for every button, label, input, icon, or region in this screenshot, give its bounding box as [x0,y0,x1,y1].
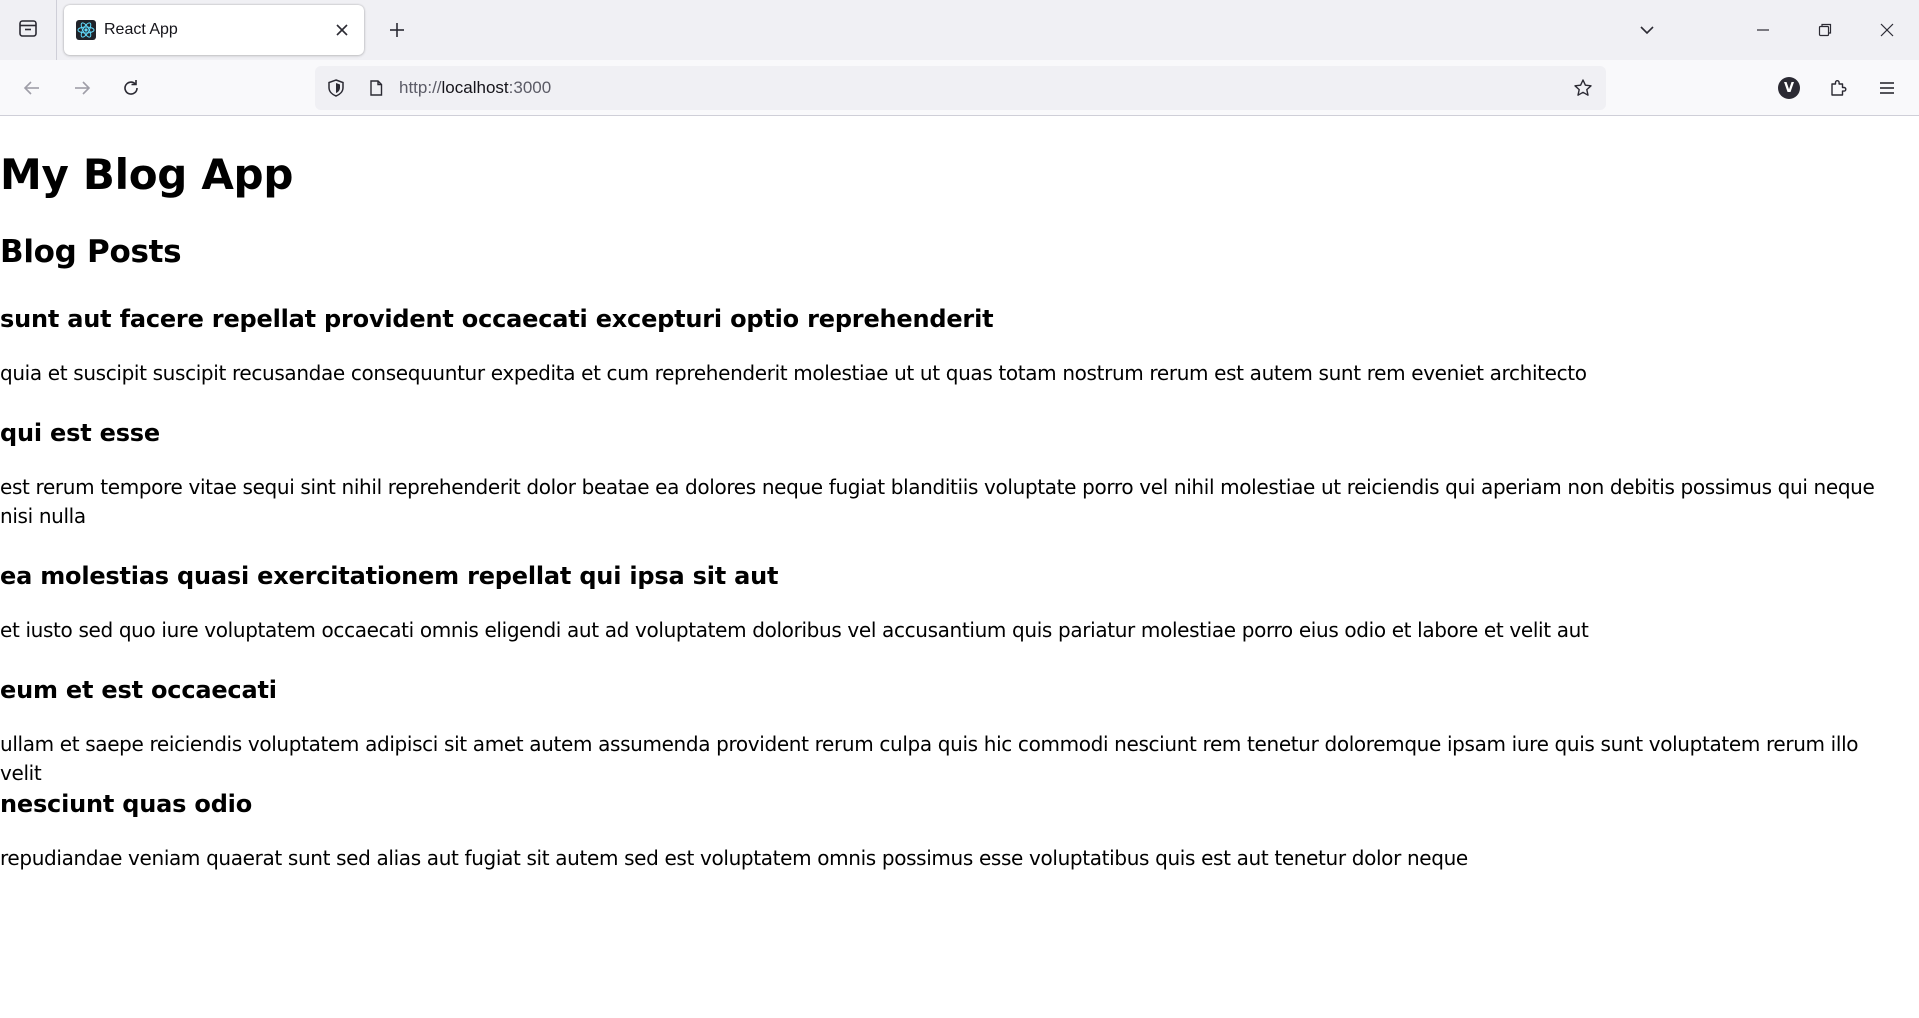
navigation-toolbar: http://localhost:3000 V [0,60,1919,116]
post-title: nesciunt quas odio [0,790,252,818]
plus-icon [390,23,404,37]
firefox-view-icon [17,17,39,44]
blog-post: eum et est occaecati ullam et saepe reic… [0,674,1905,788]
close-icon [336,24,348,36]
close-icon [1880,23,1894,37]
new-tab-button[interactable] [380,13,414,47]
tab-strip: React App [0,0,1919,60]
address-bar[interactable]: http://localhost:3000 [315,66,1606,110]
page-info-icon[interactable] [365,77,387,99]
post-body: et iusto sed quo iure voluptatem occaeca… [0,618,1589,642]
blog-post: qui est esse est rerum tempore vitae seq… [0,417,1905,531]
window-minimize-button[interactable] [1733,0,1793,60]
minimize-icon [1757,29,1769,31]
extensions-button[interactable] [1822,72,1854,104]
page-content: My Blog App Blog Posts sunt aut facere r… [0,117,1919,1018]
window-restore-button[interactable] [1795,0,1855,60]
avatar: V [1778,77,1800,99]
post-title: eum et est occaecati [0,676,277,704]
reload-icon [124,80,138,95]
section-title: Blog Posts [0,234,182,270]
chevron-down-icon [1640,26,1654,35]
firefox-view-button[interactable] [0,0,57,60]
forward-button[interactable] [66,72,98,104]
post-body: quia et suscipit suscipit recusandae con… [0,361,1587,385]
post-body: est rerum tempore vitae sequi sint nihil… [0,475,1875,528]
url-text[interactable]: http://localhost:3000 [399,78,551,98]
puzzle-piece-icon [1831,80,1847,96]
arrow-right-icon [75,81,91,95]
page-title: My Blog App [0,150,294,199]
list-all-tabs-button[interactable] [1630,13,1664,47]
react-logo-icon [76,20,96,40]
window-close-button[interactable] [1857,0,1917,60]
post-title: sunt aut facere repellat provident occae… [0,305,994,333]
app-menu-button[interactable] [1871,72,1903,104]
post-body: ullam et saepe reiciendis voluptatem adi… [0,732,1859,785]
url-host: localhost [441,78,509,97]
tab-react-app[interactable]: React App [64,5,364,55]
url-port: :3000 [508,78,552,97]
blog-post: ea molestias quasi exercitationem repell… [0,560,1905,645]
tab-title: React App [104,21,178,38]
post-title: ea molestias quasi exercitationem repell… [0,562,779,590]
post-title: qui est esse [0,419,160,447]
reload-button[interactable] [115,72,147,104]
account-button[interactable]: V [1773,72,1805,104]
back-button[interactable] [16,72,48,104]
tab-close-button[interactable] [330,18,354,42]
blog-post: nesciunt quas odio repudiandae veniam qu… [0,788,1905,873]
url-scheme: http:// [399,78,442,97]
shield-icon[interactable] [325,77,347,99]
hamburger-menu-icon [1880,82,1894,94]
blog-post: sunt aut facere repellat provident occae… [0,303,1905,388]
post-body: repudiandae veniam quaerat sunt sed alia… [0,846,1468,870]
arrow-left-icon [23,81,39,95]
bookmark-star-icon[interactable] [1572,77,1594,99]
restore-icon [1818,23,1832,37]
